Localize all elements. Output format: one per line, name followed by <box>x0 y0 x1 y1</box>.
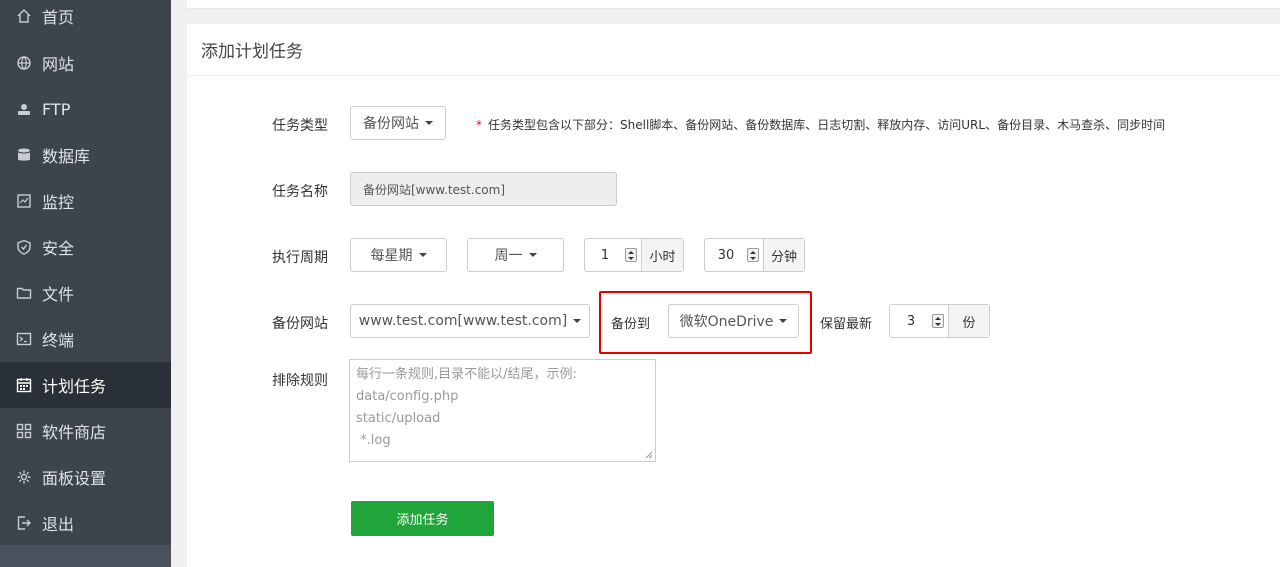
sidebar-item-label: 退出 <box>42 515 75 534</box>
period-weekday-select[interactable]: 周一 <box>467 238 564 272</box>
logout-icon <box>16 515 32 531</box>
sidebar-item-label: 文件 <box>42 285 75 304</box>
backup-site-select[interactable]: www.test.com[www.test.com] <box>350 304 590 338</box>
sidebar-item-home[interactable]: 首页 <box>0 0 171 39</box>
sidebar: 首页 网站 FTP 数据库 监控 安全 文件 终端 计划任务 软件商店 面板设置… <box>0 0 171 567</box>
sidebar-item-terminal[interactable]: 终端 <box>0 316 171 362</box>
period-weekday-value: 周一 <box>494 248 523 264</box>
sidebar-item-label: 计划任务 <box>42 377 107 396</box>
caret-down-icon <box>573 319 582 323</box>
ftp-icon <box>16 101 32 117</box>
hour-unit: 小时 <box>641 239 683 271</box>
period-label: 执行周期 <box>272 250 328 266</box>
add-task-button[interactable]: 添加任务 <box>351 501 494 536</box>
keep-count-input[interactable]: 3 <box>890 305 948 337</box>
folder-icon <box>16 285 32 301</box>
sidebar-item-store[interactable]: 软件商店 <box>0 408 171 454</box>
sidebar-item-files[interactable]: 文件 <box>0 270 171 316</box>
caret-down-icon <box>528 253 537 257</box>
previous-panel-edge <box>187 0 1280 9</box>
task-type-label: 任务类型 <box>272 118 328 134</box>
monitor-icon <box>16 193 32 209</box>
sidebar-item-label: FTP <box>42 99 71 119</box>
keep-latest-label: 保留最新 <box>820 317 873 332</box>
spinner-icon[interactable] <box>932 314 944 328</box>
exclude-rules-textarea[interactable]: 每行一条规则,目录不能以/结尾，示例: data/config.php stat… <box>349 359 656 462</box>
resize-handle-icon[interactable] <box>645 451 653 459</box>
task-name-input[interactable]: 备份网站[www.test.com] <box>350 172 617 206</box>
home-icon <box>16 8 32 24</box>
task-type-value: 备份网站 <box>363 116 419 132</box>
keep-count-value: 3 <box>906 313 916 329</box>
caret-down-icon <box>425 121 433 125</box>
grid-icon <box>16 423 32 439</box>
keep-count-stepper: 3 份 <box>889 304 990 338</box>
minute-stepper: 30 分钟 <box>704 238 805 272</box>
hour-value: 1 <box>600 247 610 263</box>
hour-stepper: 1 小时 <box>584 238 684 272</box>
sidebar-item-label: 数据库 <box>42 147 91 166</box>
sidebar-item-label: 网站 <box>42 55 75 74</box>
hour-input[interactable]: 1 <box>585 239 641 271</box>
period-cycle-value: 每星期 <box>370 248 413 264</box>
task-type-hint-text: 任务类型包含以下部分：Shell脚本、备份网站、备份数据库、日志切割、释放内存、… <box>488 118 1166 132</box>
keep-count-unit: 份 <box>948 305 989 337</box>
task-type-hint: * 任务类型包含以下部分：Shell脚本、备份网站、备份数据库、日志切割、释放内存… <box>476 116 1165 133</box>
globe-icon <box>16 55 32 71</box>
sidebar-item-monitor[interactable]: 监控 <box>0 178 171 224</box>
spinner-icon[interactable] <box>625 248 637 262</box>
sidebar-item-cron[interactable]: 计划任务 <box>0 362 171 408</box>
sidebar-item-label: 面板设置 <box>42 469 107 488</box>
minute-value: 30 <box>717 247 735 263</box>
sidebar-item-label: 首页 <box>42 8 75 27</box>
sidebar-item-website[interactable]: 网站 <box>0 40 171 86</box>
highlight-box <box>599 291 812 354</box>
gear-icon <box>16 469 32 485</box>
backup-site-value: www.test.com[www.test.com] <box>358 313 568 329</box>
sidebar-footer <box>0 545 171 567</box>
sidebar-item-database[interactable]: 数据库 <box>0 132 171 178</box>
task-name-label: 任务名称 <box>272 184 328 200</box>
placeholder-line: *.log <box>356 433 391 448</box>
sidebar-item-label: 安全 <box>42 239 75 258</box>
exclude-rules-label: 排除规则 <box>272 373 328 389</box>
spinner-icon[interactable] <box>747 248 759 262</box>
caret-down-icon <box>418 253 427 257</box>
minute-unit: 分钟 <box>763 239 804 271</box>
sidebar-item-label: 终端 <box>42 331 75 350</box>
calendar-icon <box>16 377 32 393</box>
backup-site-label: 备份网站 <box>272 316 328 332</box>
sidebar-item-ftp[interactable]: FTP <box>0 86 171 132</box>
panel-title: 添加计划任务 <box>187 24 1280 76</box>
terminal-icon <box>16 331 32 347</box>
sidebar-item-label: 软件商店 <box>42 423 107 442</box>
required-star: * <box>476 118 482 132</box>
minute-input[interactable]: 30 <box>705 239 763 271</box>
sidebar-item-logout[interactable]: 退出 <box>0 500 171 546</box>
period-cycle-select[interactable]: 每星期 <box>350 238 447 272</box>
sidebar-item-security[interactable]: 安全 <box>0 224 171 270</box>
sidebar-item-settings[interactable]: 面板设置 <box>0 454 171 500</box>
sidebar-item-label: 监控 <box>42 193 75 212</box>
shield-icon <box>16 239 32 255</box>
database-icon <box>16 147 32 163</box>
placeholder-line: data/config.php <box>356 389 459 404</box>
placeholder-line: 每行一条规则,目录不能以/结尾，示例: <box>356 367 577 382</box>
placeholder-line: static/upload <box>356 411 441 426</box>
task-type-select[interactable]: 备份网站 <box>350 106 446 140</box>
